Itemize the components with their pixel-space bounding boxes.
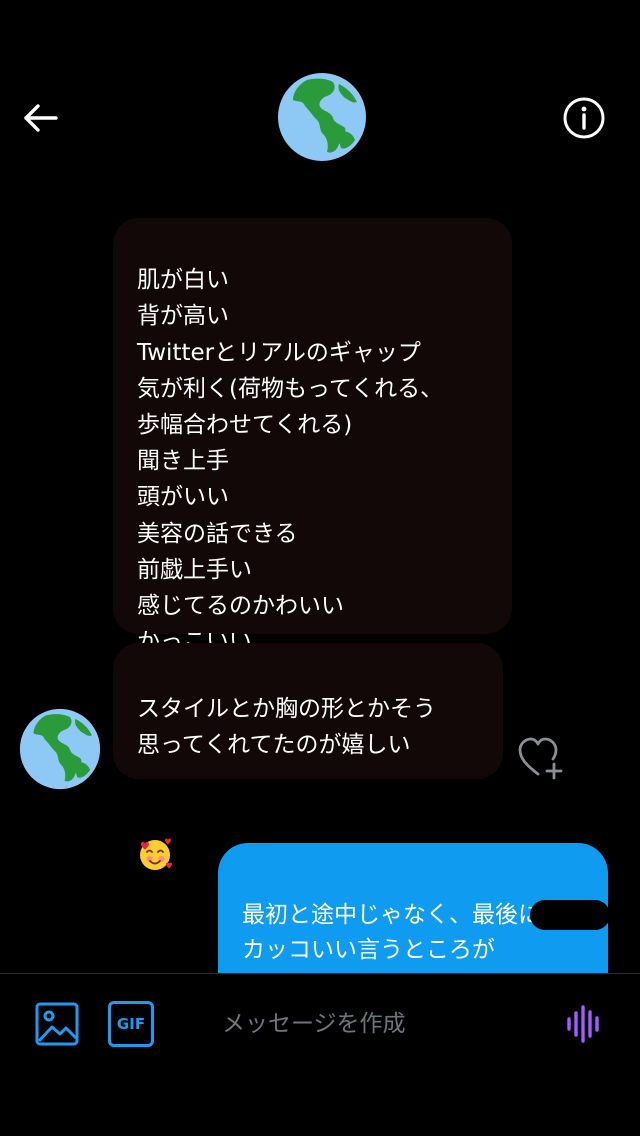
- heart-plus-icon: [518, 737, 563, 780]
- incoming-message[interactable]: 肌が白い 背が高い Twitterとリアルのギャップ 気が利く(荷物もってくれる…: [113, 218, 512, 655]
- globe-americas-emoji: [19, 708, 101, 790]
- react-button[interactable]: [516, 734, 568, 782]
- arrow-left-icon: [24, 104, 58, 132]
- redaction-overlay: [530, 900, 610, 930]
- message-text: 肌が白い 背が高い Twitterとリアルのギャップ 気が利く(荷物もってくれる…: [137, 267, 444, 655]
- globe-americas-emoji: [278, 73, 366, 161]
- gif-button[interactable]: GIF: [108, 1001, 154, 1047]
- message-input[interactable]: [222, 1004, 532, 1044]
- info-button[interactable]: [562, 96, 606, 140]
- add-image-button[interactable]: [34, 1001, 80, 1047]
- image-icon: [35, 1002, 79, 1046]
- message-composer: GIF: [0, 973, 640, 1136]
- sender-avatar[interactable]: [19, 708, 101, 790]
- voice-message-button[interactable]: [562, 1002, 606, 1046]
- incoming-message[interactable]: スタイルとか胸の形とかそう 思ってくれてたのが嬉しい: [113, 643, 503, 871]
- conversation-header: [0, 0, 640, 200]
- smiling-face-with-hearts-icon: [137, 800, 481, 871]
- back-button[interactable]: [18, 96, 62, 140]
- voice-waveform-icon: [567, 1005, 599, 1043]
- message-text: スタイルとか胸の形とかそう 思ってくれてたのが嬉しい: [137, 696, 436, 759]
- header-avatar[interactable]: [277, 72, 367, 162]
- info-circle-icon: [563, 97, 605, 139]
